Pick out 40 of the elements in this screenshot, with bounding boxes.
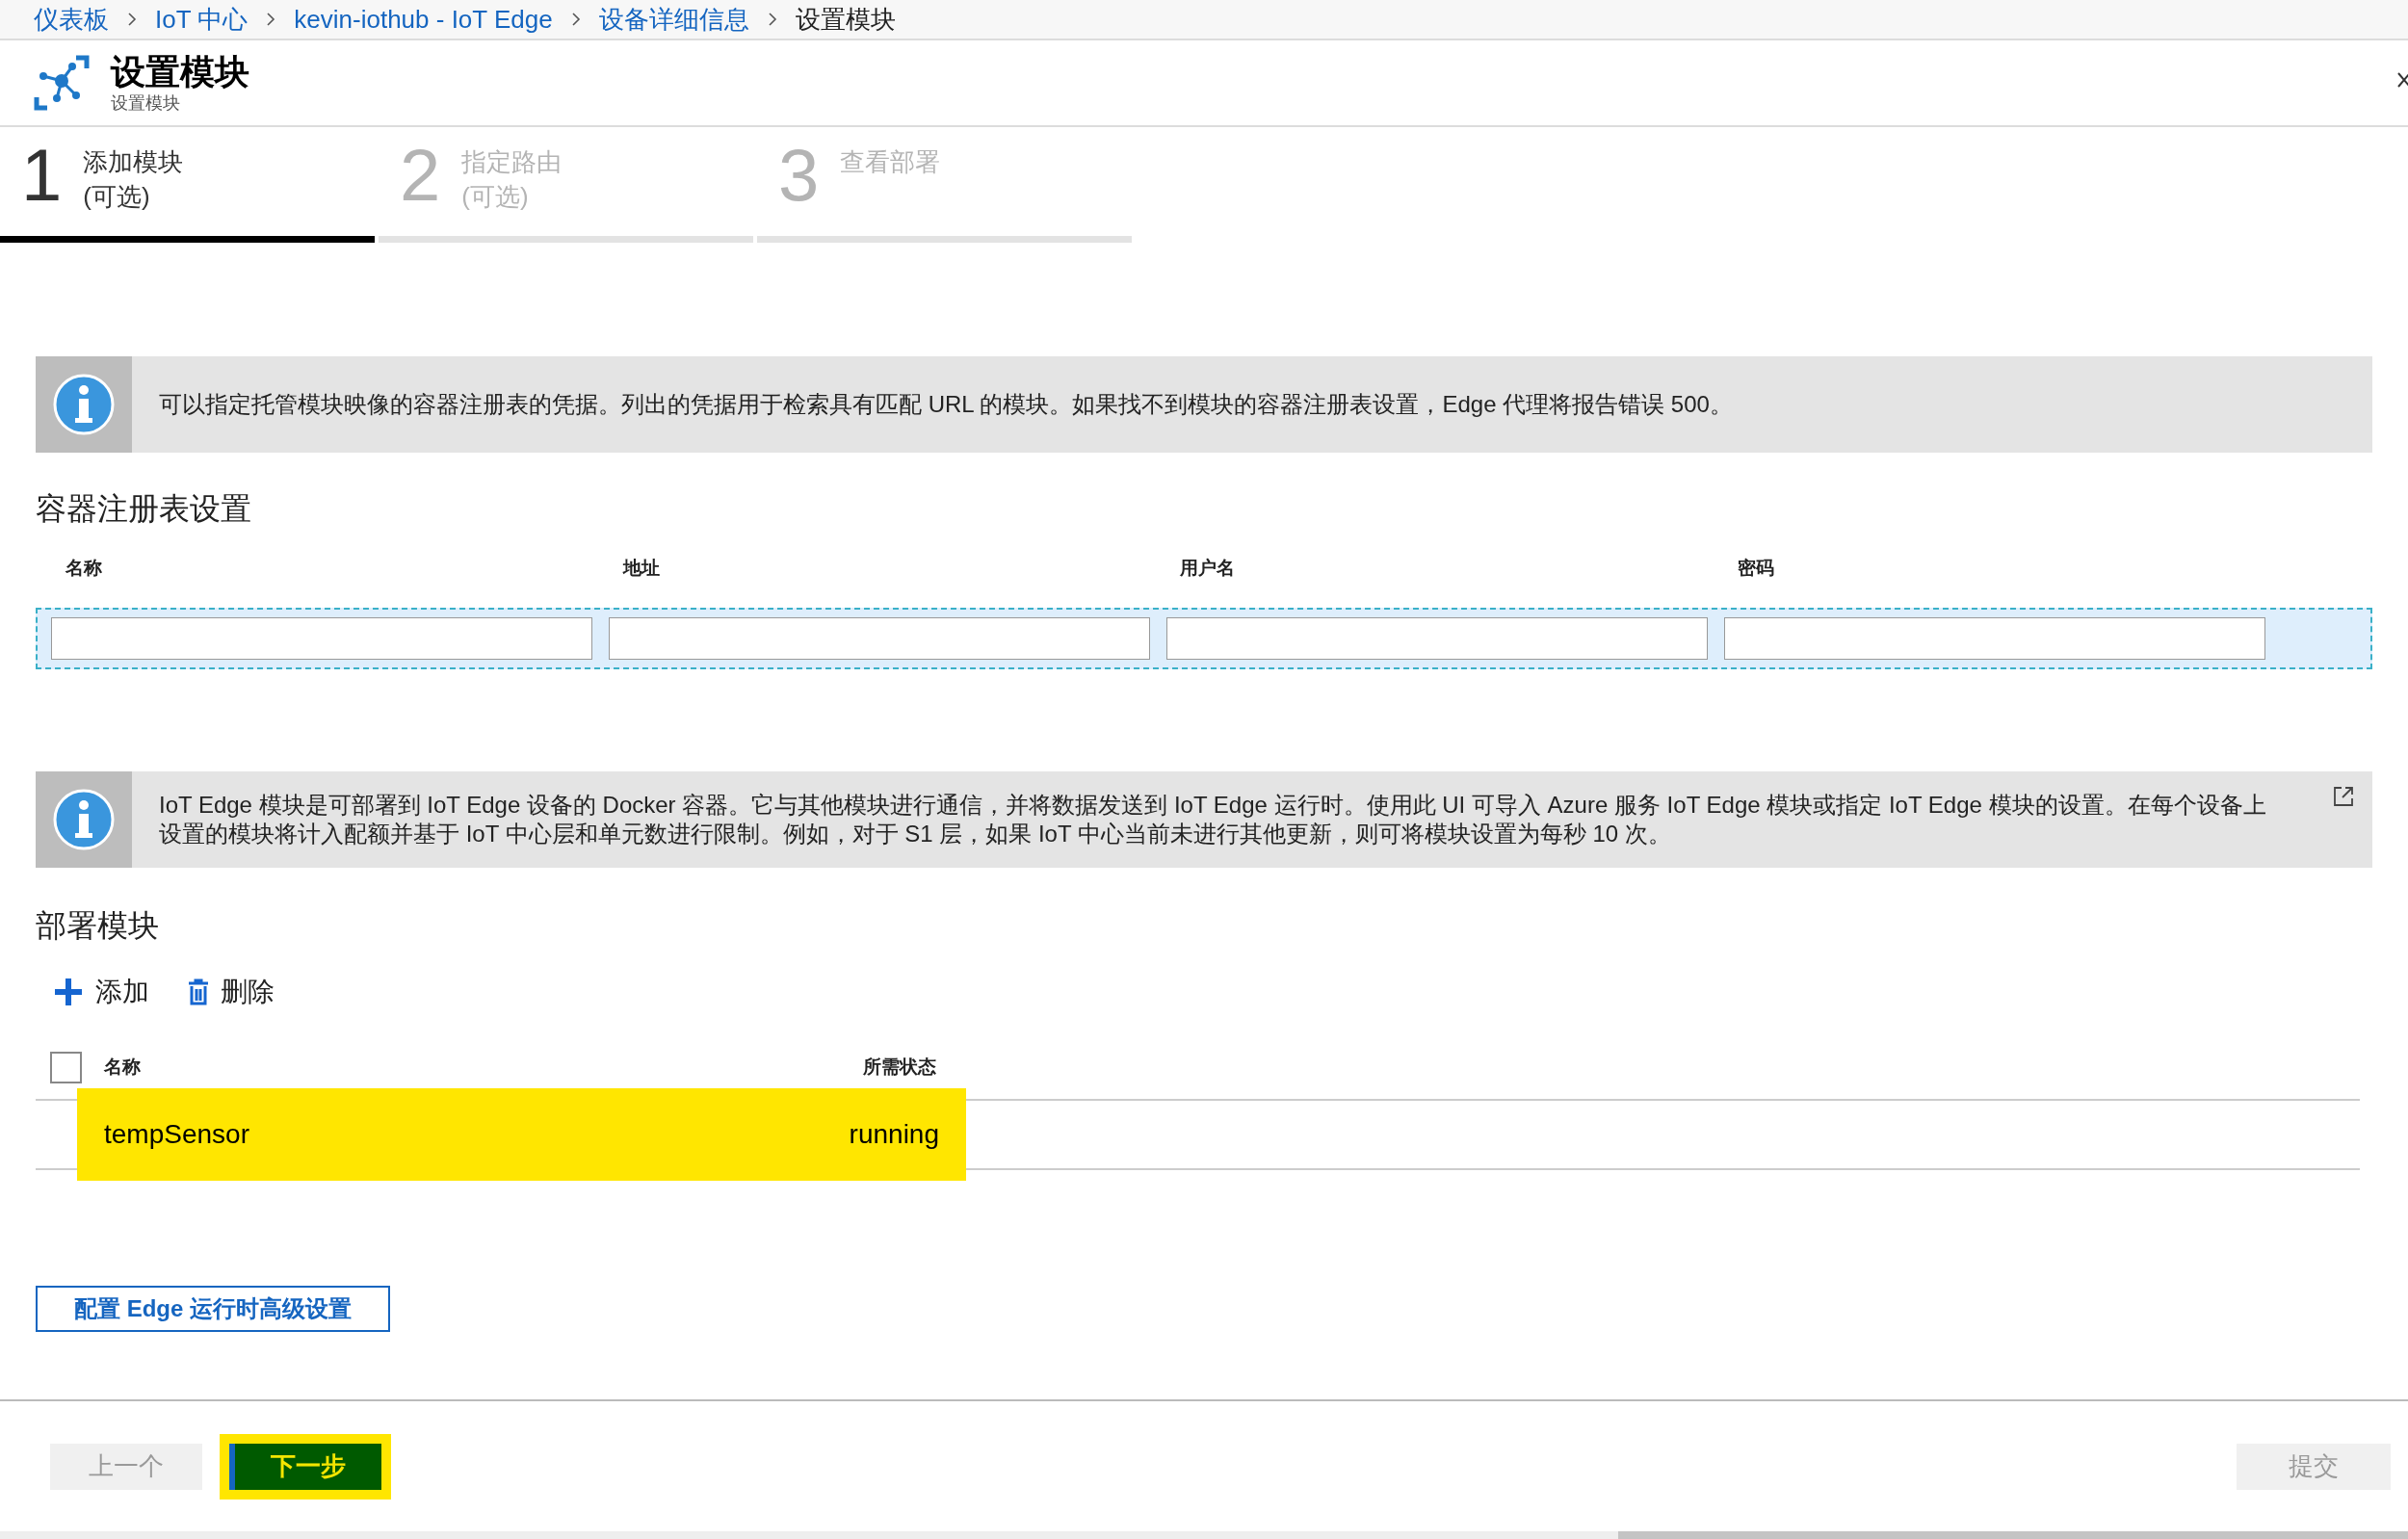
trash-icon [188, 978, 209, 1005]
column-header: 密码 [1736, 557, 1775, 580]
chevron-right-icon [569, 12, 582, 27]
select-all-checkbox[interactable] [50, 1052, 82, 1083]
delete-button[interactable]: 删除 [188, 971, 275, 1012]
breadcrumb-link[interactable]: 设备详细信息 [598, 0, 749, 39]
external-link-icon[interactable] [2332, 784, 2355, 808]
breadcrumb-link[interactable]: 仪表板 [34, 0, 109, 39]
scrollbar[interactable] [1618, 1531, 2408, 1539]
info-text: IoT Edge 模块是可部署到 IoT Edge 设备的 Docker 容器。它与其他模块进行通信，并将数据发送到 IoT Edge 运行时。使用此 UI 可导入 Azure 服务 IoT Edge 模块或指定 IoT Edge 模块的设置。在每个设备上设置的模块将计入配额并基于 IoT 中心层和单元数进行限制。例如，对于 S1 层，如果 IoT 中心当前未进行其他更新，则可将模块设置为每秒 10 次。 [159, 790, 2267, 848]
info-icon [53, 788, 115, 850]
chevron-right-icon [766, 12, 778, 27]
input-field[interactable] [51, 616, 592, 660]
modules-network-icon [34, 55, 90, 111]
blade-title: 设置模块 [111, 52, 249, 92]
section-title: 容器注册表设置 [36, 490, 252, 528]
section-title: 部署模块 [36, 906, 160, 945]
blade-subtitle: 设置模块 [111, 92, 181, 114]
add-button[interactable]: 添加 [53, 971, 149, 1012]
column-header: 用户名 [1179, 557, 1236, 580]
chevron-right-icon [126, 12, 138, 27]
info-text: 可以指定托管模块映像的容器注册表的凭据。列出的凭据用于检索具有匹配 URL 的模块。如果找不到模块的容器注册表设置，Edge 代理将报告错误 500。 [159, 390, 1733, 419]
next-button[interactable]: 下一步 [229, 1443, 381, 1490]
input-field[interactable] [1724, 616, 2265, 660]
module-name: tempSensor [104, 1117, 249, 1151]
info-icon [53, 374, 115, 435]
column-header: 地址 [621, 557, 661, 580]
input-field[interactable] [609, 616, 1150, 660]
chevron-right-icon [265, 12, 277, 27]
breadcrumb-link[interactable]: kevin-iothub - IoT Edge [294, 0, 553, 39]
advanced-settings-button[interactable]: 配置 Edge 运行时高级设置 [36, 1285, 390, 1332]
table-row[interactable]: tempSensor running [77, 1087, 966, 1181]
column-header: 名称 [104, 1056, 142, 1080]
input-field[interactable] [1166, 616, 1708, 660]
column-header: 所需状态 [863, 1056, 936, 1080]
breadcrumb-link[interactable]: IoT 中心 [155, 0, 249, 39]
breadcrumb-current: 设置模块 [795, 3, 896, 36]
module-status: running [849, 1117, 939, 1151]
plus-icon [53, 976, 84, 1007]
column-header: 名称 [65, 557, 103, 580]
